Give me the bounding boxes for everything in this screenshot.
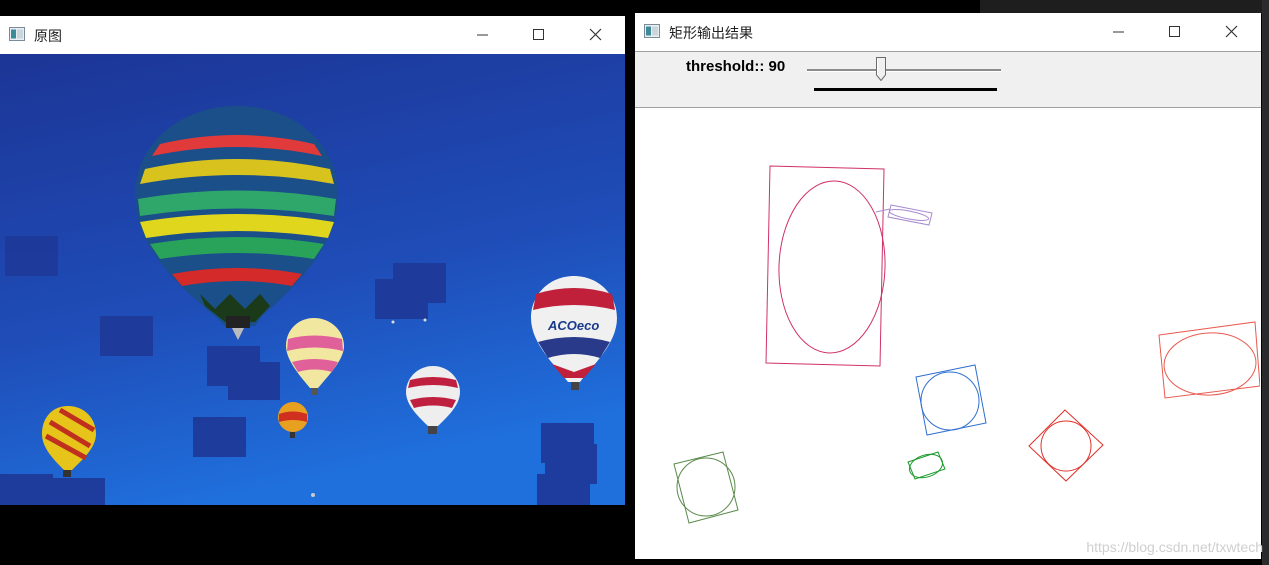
background-editor-edge — [1262, 0, 1269, 565]
contour-output-canvas — [636, 109, 1261, 559]
window-title: 矩形输出结果 — [669, 26, 753, 42]
bounding-rect-blue — [915, 364, 987, 436]
bounding-rect-olive — [673, 451, 739, 524]
minimize-icon — [1113, 31, 1124, 33]
original-image: ACOeco — [0, 54, 625, 505]
background-editor-strip — [980, 0, 1269, 14]
maximize-icon — [1169, 26, 1180, 37]
bounding-rect-red — [1028, 409, 1104, 482]
title-bar[interactable]: 原图 — [0, 16, 625, 54]
trackbar-panel: threshold:: 90 — [635, 51, 1261, 108]
original-image-window[interactable]: 原图 ACOeco — [0, 16, 625, 505]
window-app-icon — [644, 24, 660, 38]
window-app-icon — [9, 27, 25, 41]
bounding-rect-salmon — [1158, 321, 1261, 399]
watermark-text: https://blog.csdn.net/txwtech — [1086, 539, 1263, 555]
threshold-slider-thumb[interactable] — [876, 57, 886, 81]
minimize-button[interactable] — [1105, 19, 1133, 45]
close-icon — [589, 28, 602, 41]
minimize-button[interactable] — [469, 22, 497, 48]
svg-text:ACOeco: ACOeco — [547, 318, 599, 333]
window-title: 原图 — [34, 29, 62, 45]
bounding-rect-lavender — [875, 204, 933, 226]
threshold-slider-track[interactable] — [807, 69, 1001, 72]
close-icon — [1225, 25, 1238, 38]
close-button[interactable] — [1218, 19, 1246, 45]
tiny-balloon — [311, 493, 315, 497]
maximize-button[interactable] — [525, 22, 553, 48]
tiny-balloon — [391, 320, 395, 324]
minimize-icon — [477, 34, 488, 36]
bounding-rect-green — [907, 451, 946, 480]
close-button[interactable] — [582, 22, 610, 48]
maximize-button[interactable] — [1161, 19, 1189, 45]
maximize-icon — [533, 29, 544, 40]
tiny-balloon — [423, 318, 427, 322]
rect-output-window[interactable]: 矩形输出结果 threshold:: 90 — [635, 13, 1261, 559]
bounding-rect-large — [765, 165, 886, 367]
title-bar[interactable]: 矩形输出结果 — [635, 13, 1261, 51]
trackbar-label: threshold:: 90 — [686, 58, 786, 75]
trackbar-underline — [814, 88, 997, 91]
